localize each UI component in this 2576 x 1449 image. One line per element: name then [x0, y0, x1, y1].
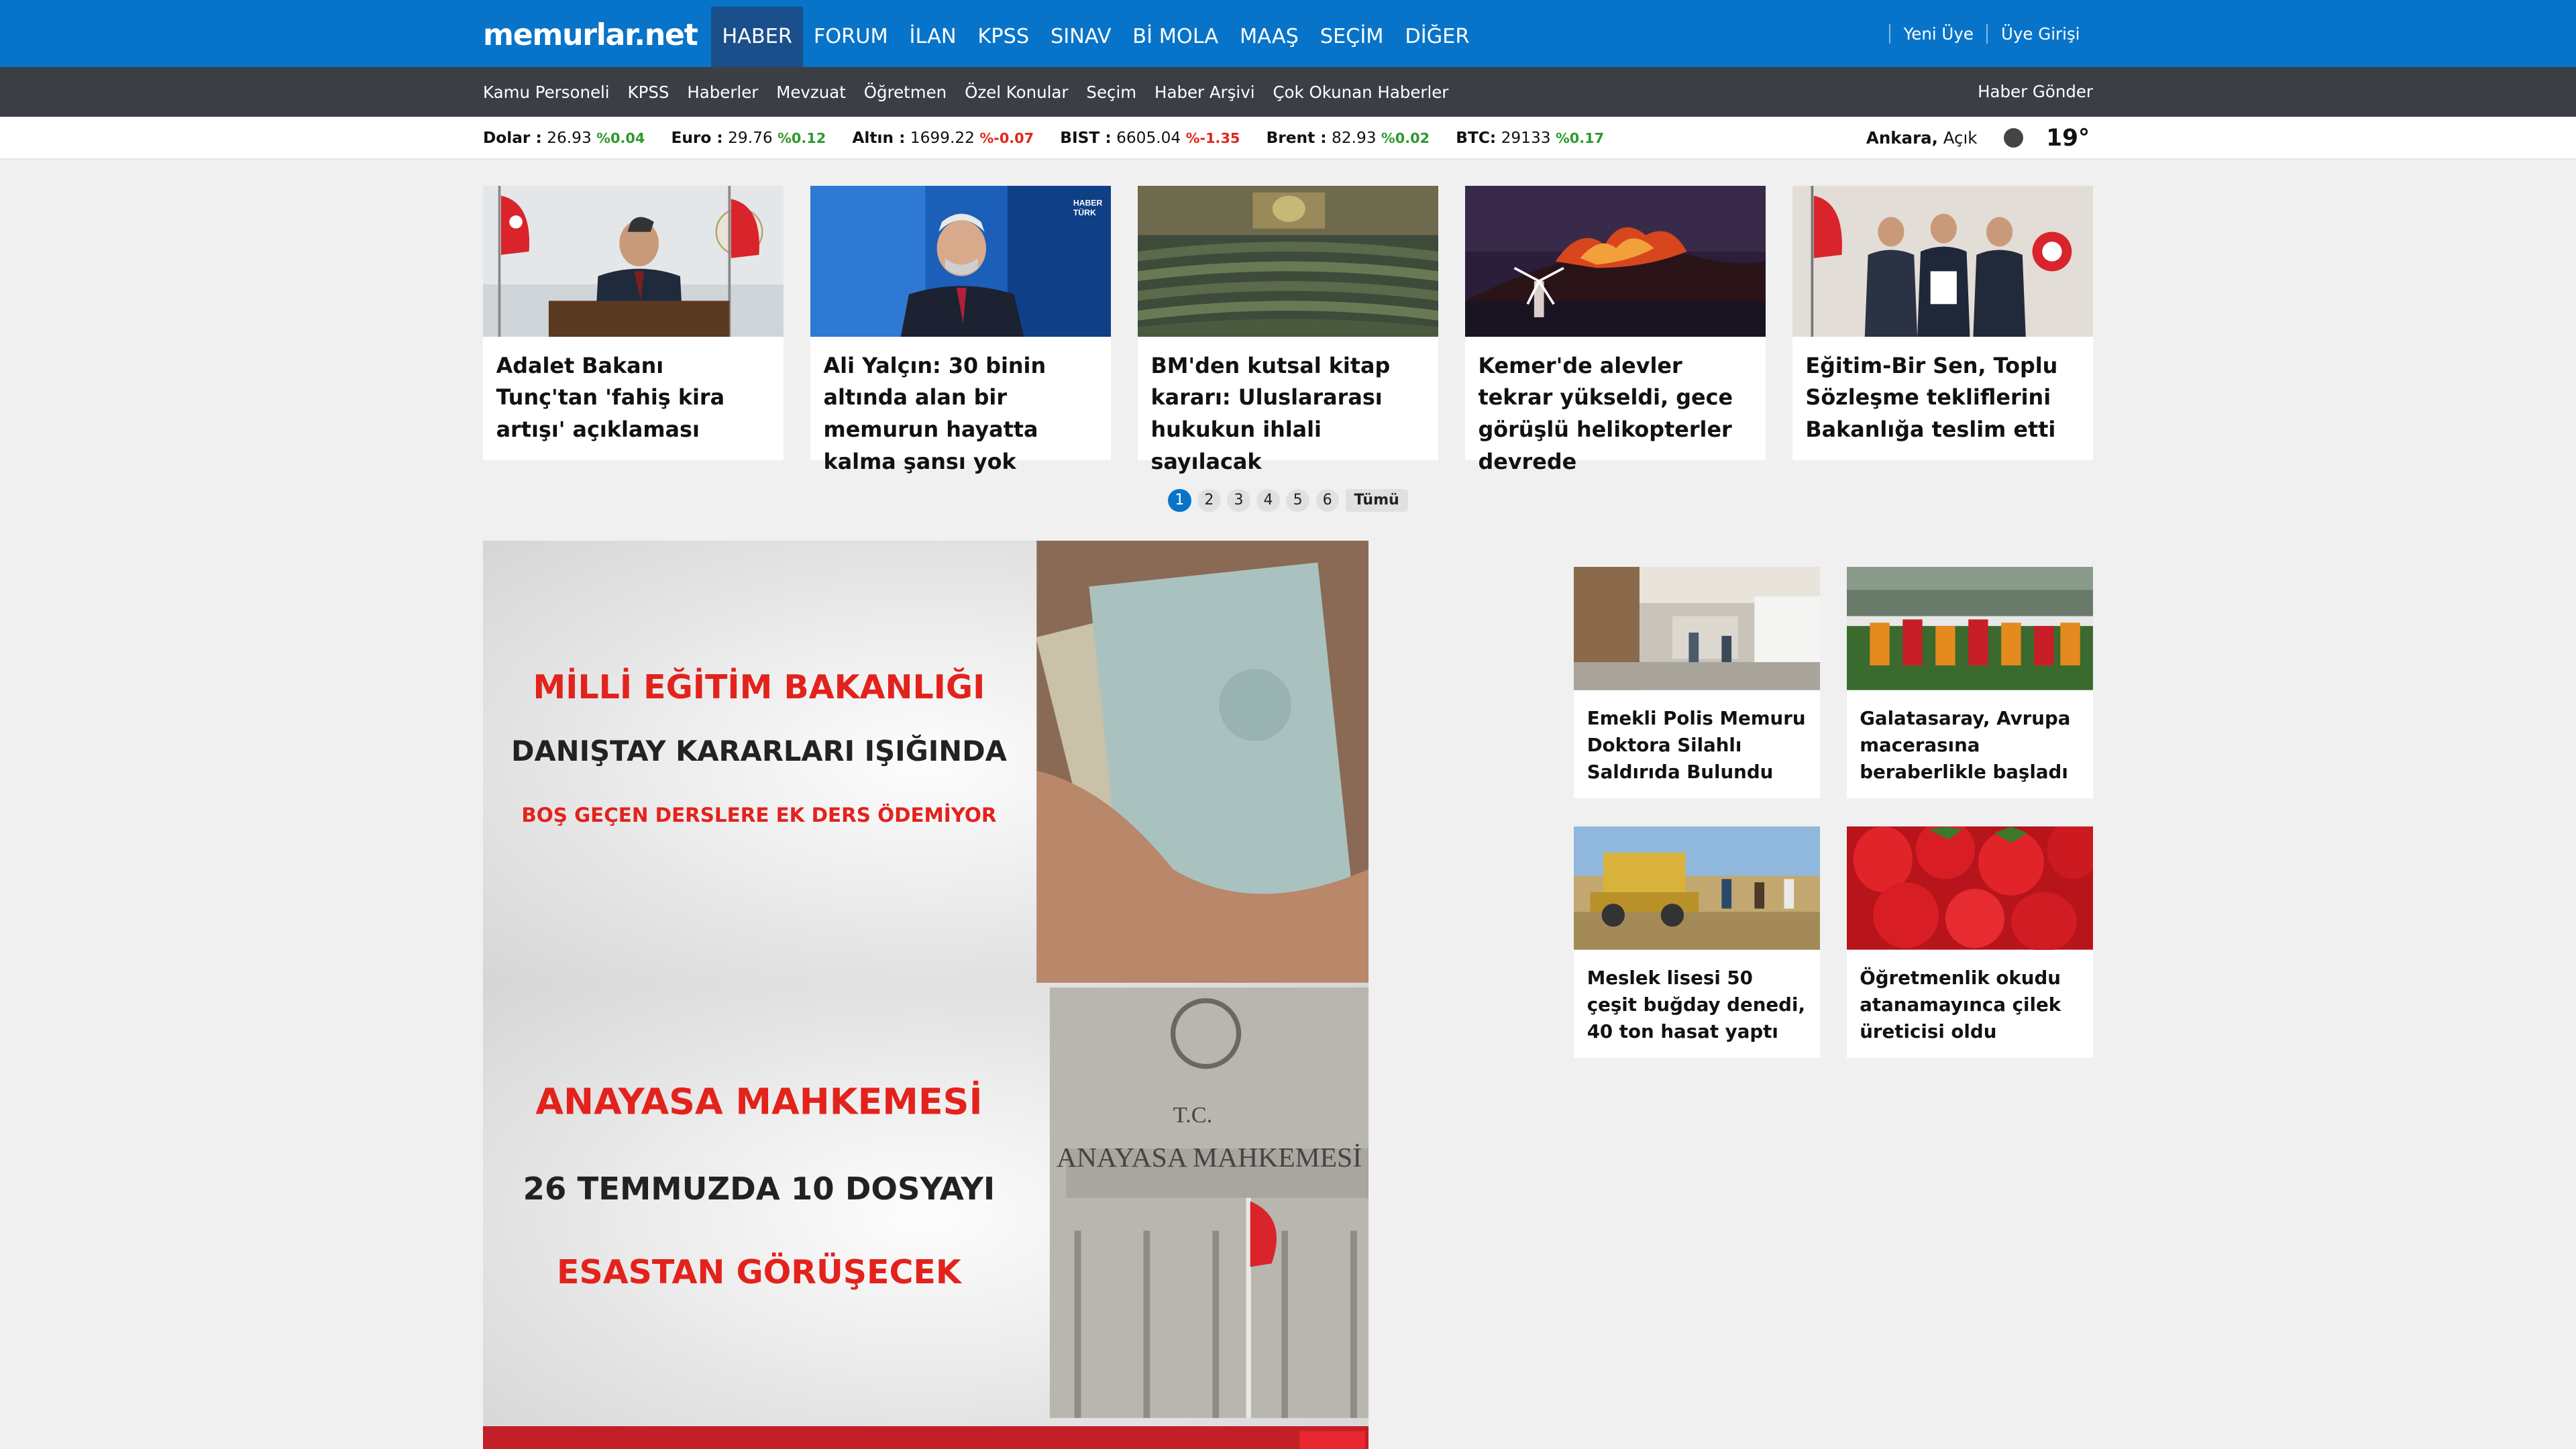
top-news-title: Kemer'de alevler tekrar yükseldi, gece g…: [1478, 352, 1733, 474]
top-news-card[interactable]: Eğitim-Bir Sen, Toplu Sözleşme teklifler…: [1792, 185, 2093, 460]
subnav-ozel-konular[interactable]: Özel Konular: [965, 83, 1068, 102]
tv-interview-photo: HABER TÜRK: [810, 185, 1112, 337]
side-news-title: Emekli Polis Memuru Doktora Silahlı Sald…: [1587, 706, 1806, 784]
weather-widget[interactable]: Ankara, Açık 19°: [1866, 117, 2090, 160]
pager-page-3[interactable]: 3: [1227, 488, 1250, 512]
nav-kpss[interactable]: KPSS: [967, 7, 1040, 68]
weather-condition: Açık: [1943, 128, 1978, 148]
nav-ilan[interactable]: İLAN: [899, 7, 967, 68]
pager-page-5[interactable]: 5: [1286, 488, 1309, 512]
side-news-title: Öğretmenlik okudu atanamayınca çilek üre…: [1860, 966, 2061, 1043]
weather-city: Ankara,: [1866, 128, 1938, 148]
subnav-cok-okunan[interactable]: Çok Okunan Haberler: [1273, 83, 1448, 102]
harvest-photo: [1574, 826, 1821, 950]
top-news-carousel: Adalet Bakanı Tunç'tan 'fahiş kira artış…: [483, 185, 2093, 474]
nav-sinav[interactable]: SINAV: [1040, 7, 1122, 68]
subnav-mevzuat[interactable]: Mevzuat: [776, 83, 846, 102]
sub-navigation: Kamu Personeli KPSS Haberler Mevzuat Öğr…: [483, 67, 1466, 116]
football-team-photo: [1846, 566, 2093, 690]
side-news-card[interactable]: Öğretmenlik okudu atanamayınca çilek üre…: [1846, 826, 2093, 1059]
handover-photo: [1792, 185, 2093, 337]
side-news-title: Galatasaray, Avrupa macerasına beraberli…: [1860, 706, 2071, 784]
hero-panel1-line3: BOŞ GEÇEN DERSLERE EK DERS ÖDEMİYOR: [521, 802, 997, 826]
hospital-photo: [1574, 566, 1821, 690]
top-header-bar: memurlar.net HABER FORUM İLAN KPSS SINAV…: [0, 0, 2576, 68]
forest-fire-photo: [1464, 185, 1766, 337]
user-navigation: Yeni Üye Üye Girişi: [1889, 0, 2093, 67]
subnav-haberler[interactable]: Haberler: [687, 83, 758, 102]
subnav-secim[interactable]: Seçim: [1086, 83, 1136, 102]
subnav-haber-arsivi[interactable]: Haber Arşivi: [1155, 83, 1254, 102]
pager-page-6[interactable]: 6: [1316, 488, 1339, 512]
hero-panel2-line3: ESASTAN GÖRÜŞECEK: [557, 1252, 963, 1291]
site-logo[interactable]: memurlar.net: [483, 18, 698, 52]
hero-news-image[interactable]: T.C. ANAYASA MAHKEMESİ MİLLİ EĞİTİM BAKA…: [483, 540, 1368, 1449]
minister-office-photo: [483, 185, 784, 337]
carousel-pager: 1 2 3 4 5 6 Tümü: [1168, 488, 1414, 513]
hero-panel1-line2: DANIŞTAY KARARLARI IŞIĞINDA: [511, 735, 1008, 767]
top-news-card[interactable]: Adalet Bakanı Tunç'tan 'fahiş kira artış…: [483, 185, 784, 460]
side-news-card[interactable]: Emekli Polis Memuru Doktora Silahlı Sald…: [1574, 566, 1821, 799]
ticker-item-dolar[interactable]: Dolar : 26.93 %0.04: [483, 129, 645, 147]
nav-haber[interactable]: HABER: [711, 6, 803, 68]
main-navigation: HABER FORUM İLAN KPSS SINAV Bİ MOLA MAAŞ…: [711, 6, 1480, 68]
pager-all-button[interactable]: Tümü: [1345, 488, 1408, 512]
send-news-link[interactable]: Haber Gönder: [1978, 67, 2093, 116]
ticker-item-euro[interactable]: Euro : 29.76 %0.12: [671, 129, 826, 147]
sub-navigation-bar: Kamu Personeli KPSS Haberler Mevzuat Öğr…: [0, 67, 2576, 117]
hero-sign-name: ANAYASA MAHKEMESİ: [1057, 1142, 1362, 1173]
market-ticker-bar: Dolar : 26.93 %0.04 Euro : 29.76 %0.12 A…: [0, 116, 2576, 160]
hero-panel1-line1: MİLLİ EĞİTİM BAKANLIĞI: [533, 667, 985, 706]
un-assembly-photo: [1137, 185, 1439, 337]
pager-page-1[interactable]: 1: [1168, 488, 1191, 512]
pager-page-4[interactable]: 4: [1256, 488, 1280, 512]
nav-maas[interactable]: MAAŞ: [1229, 7, 1309, 68]
side-news-title: Meslek lisesi 50 çeşit buğday denedi, 40…: [1587, 966, 1805, 1043]
hero-sign-tc: T.C.: [1173, 1102, 1212, 1128]
hero-panel2-line1: ANAYASA MAHKEMESİ: [535, 1080, 982, 1122]
hero-panel2-line2: 26 TEMMUZDA 10 DOSYAYI: [523, 1171, 996, 1207]
side-news-card[interactable]: Galatasaray, Avrupa macerasına beraberli…: [1846, 566, 2093, 799]
ticker-item-altin[interactable]: Altın : 1699.22 %-0.07: [852, 129, 1034, 147]
top-news-card[interactable]: Kemer'de alevler tekrar yükseldi, gece g…: [1464, 185, 1766, 474]
market-ticker: Dolar : 26.93 %0.04 Euro : 29.76 %0.12 A…: [483, 117, 1630, 160]
subnav-ogretmen[interactable]: Öğretmen: [864, 83, 947, 102]
weather-temperature: 19°: [2046, 124, 2090, 152]
ticker-item-brent[interactable]: Brent : 82.93 %0.02: [1267, 129, 1430, 147]
top-news-card[interactable]: HABER TÜRK Ali Yalçın: 30 binin altında …: [810, 185, 1112, 474]
register-link[interactable]: Yeni Üye: [1889, 23, 1986, 44]
login-link[interactable]: Üye Girişi: [1986, 23, 2093, 44]
top-news-title: Adalet Bakanı Tunç'tan 'fahiş kira artış…: [496, 352, 725, 443]
top-news-title: BM'den kutsal kitap kararı: Uluslararası…: [1150, 352, 1391, 474]
nav-secim[interactable]: SEÇİM: [1309, 7, 1395, 68]
top-news-title: Eğitim-Bir Sen, Toplu Sözleşme teklifler…: [1805, 352, 2058, 443]
nav-diger[interactable]: DİĞER: [1394, 7, 1480, 68]
ticker-item-bist[interactable]: BIST : 6605.04 %-1.35: [1060, 129, 1240, 147]
nav-forum[interactable]: FORUM: [803, 7, 899, 68]
pager-page-2[interactable]: 2: [1197, 488, 1221, 512]
strawberries-photo: [1846, 826, 2093, 950]
svg-text:HABER: HABER: [1073, 198, 1103, 207]
side-news-card[interactable]: Meslek lisesi 50 çeşit buğday denedi, 40…: [1574, 826, 1821, 1059]
top-news-title: Ali Yalçın: 30 binin altında alan bir me…: [823, 352, 1046, 474]
nav-bi-mola[interactable]: Bİ MOLA: [1122, 7, 1229, 68]
subnav-kpss[interactable]: KPSS: [628, 83, 669, 102]
moon-icon: [2003, 128, 2023, 148]
svg-text:TÜRK: TÜRK: [1073, 207, 1096, 217]
ticker-item-btc[interactable]: BTC: 29133 %0.17: [1456, 129, 1604, 147]
subnav-kamu-personeli[interactable]: Kamu Personeli: [483, 83, 610, 102]
top-news-card[interactable]: BM'den kutsal kitap kararı: Uluslararası…: [1137, 185, 1439, 474]
